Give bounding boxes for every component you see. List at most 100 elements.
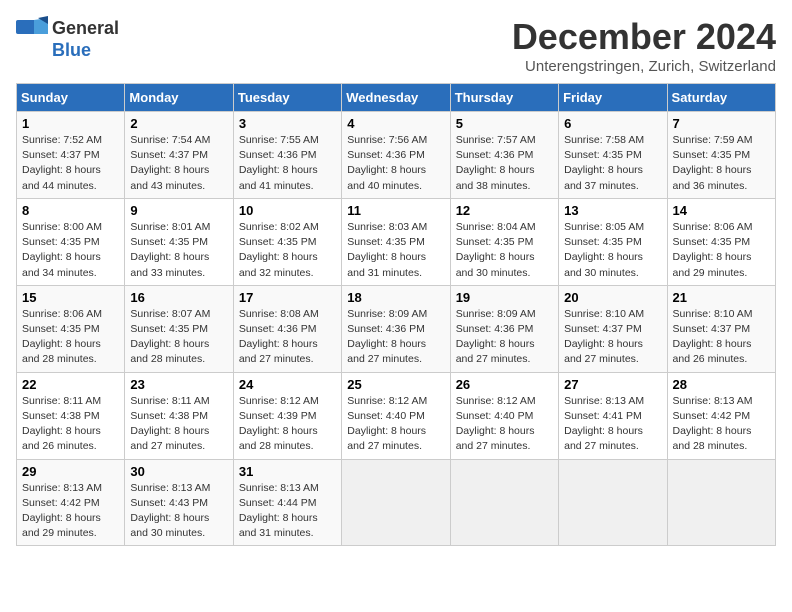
day-info: Sunrise: 7:54 AMSunset: 4:37 PMDaylight:… bbox=[130, 133, 227, 194]
week-row-1: 1 Sunrise: 7:52 AMSunset: 4:37 PMDaylight… bbox=[17, 112, 776, 199]
day-cell: 9Sunrise: 8:01 AMSunset: 4:35 PMDaylight… bbox=[125, 198, 233, 285]
day-number: 7 bbox=[673, 116, 770, 131]
header-cell-saturday: Saturday bbox=[667, 84, 775, 112]
day-cell: 28 Sunrise: 8:13 AMSunset: 4:42 PMDayligh… bbox=[667, 372, 775, 459]
logo-general-text: General bbox=[52, 18, 119, 39]
day-number: 28 bbox=[673, 377, 770, 392]
day-cell: 21 Sunrise: 8:10 AMSunset: 4:37 PMDayligh… bbox=[667, 285, 775, 372]
day-cell: 2 Sunrise: 7:54 AMSunset: 4:37 PMDaylight… bbox=[125, 112, 233, 199]
day-cell: 14Sunrise: 8:06 AMSunset: 4:35 PMDayligh… bbox=[667, 198, 775, 285]
month-title: December 2024 bbox=[512, 16, 776, 58]
day-info: Sunrise: 8:01 AMSunset: 4:35 PMDaylight:… bbox=[130, 220, 227, 281]
day-number: 29 bbox=[22, 464, 119, 479]
day-number: 3 bbox=[239, 116, 336, 131]
day-info: Sunrise: 7:57 AMSunset: 4:36 PMDaylight:… bbox=[456, 133, 553, 194]
day-number: 21 bbox=[673, 290, 770, 305]
day-cell bbox=[667, 459, 775, 546]
day-number: 13 bbox=[564, 203, 661, 218]
day-cell bbox=[450, 459, 558, 546]
day-info: Sunrise: 8:11 AMSunset: 4:38 PMDaylight:… bbox=[130, 394, 227, 455]
day-cell: 10Sunrise: 8:02 AMSunset: 4:35 PMDayligh… bbox=[233, 198, 341, 285]
day-number: 2 bbox=[130, 116, 227, 131]
day-cell: 7 Sunrise: 7:59 AMSunset: 4:35 PMDaylight… bbox=[667, 112, 775, 199]
day-number: 30 bbox=[130, 464, 227, 479]
day-number: 22 bbox=[22, 377, 119, 392]
day-cell: 16 Sunrise: 8:07 AMSunset: 4:35 PMDayligh… bbox=[125, 285, 233, 372]
day-info: Sunrise: 8:10 AMSunset: 4:37 PMDaylight:… bbox=[564, 307, 661, 368]
logo-icon bbox=[16, 16, 48, 40]
day-number: 1 bbox=[22, 116, 119, 131]
day-info: Sunrise: 8:04 AMSunset: 4:35 PMDaylight:… bbox=[456, 220, 553, 281]
day-number: 17 bbox=[239, 290, 336, 305]
day-info: Sunrise: 8:13 AMSunset: 4:44 PMDaylight:… bbox=[239, 481, 336, 542]
day-number: 12 bbox=[456, 203, 553, 218]
header-cell-tuesday: Tuesday bbox=[233, 84, 341, 112]
day-info: Sunrise: 8:13 AMSunset: 4:42 PMDaylight:… bbox=[22, 481, 119, 542]
day-number: 6 bbox=[564, 116, 661, 131]
day-number: 26 bbox=[456, 377, 553, 392]
day-info: Sunrise: 8:10 AMSunset: 4:37 PMDaylight:… bbox=[673, 307, 770, 368]
week-row-5: 29 Sunrise: 8:13 AMSunset: 4:42 PMDayligh… bbox=[17, 459, 776, 546]
day-cell: 12 Sunrise: 8:04 AMSunset: 4:35 PMDayligh… bbox=[450, 198, 558, 285]
day-number: 24 bbox=[239, 377, 336, 392]
day-info: Sunrise: 8:00 AMSunset: 4:35 PMDaylight:… bbox=[22, 220, 119, 281]
day-number: 16 bbox=[130, 290, 227, 305]
header-cell-friday: Friday bbox=[559, 84, 667, 112]
week-row-4: 22 Sunrise: 8:11 AMSunset: 4:38 PMDayligh… bbox=[17, 372, 776, 459]
day-cell: 26 Sunrise: 8:12 AMSunset: 4:40 PMDayligh… bbox=[450, 372, 558, 459]
day-number: 27 bbox=[564, 377, 661, 392]
day-info: Sunrise: 8:11 AMSunset: 4:38 PMDaylight:… bbox=[22, 394, 119, 455]
day-info: Sunrise: 8:13 AMSunset: 4:43 PMDaylight:… bbox=[130, 481, 227, 542]
calendar-body: 1 Sunrise: 7:52 AMSunset: 4:37 PMDaylight… bbox=[17, 112, 776, 546]
day-info: Sunrise: 8:06 AMSunset: 4:35 PMDaylight:… bbox=[673, 220, 770, 281]
day-info: Sunrise: 8:13 AMSunset: 4:42 PMDaylight:… bbox=[673, 394, 770, 455]
day-number: 11 bbox=[347, 203, 444, 218]
header-cell-wednesday: Wednesday bbox=[342, 84, 450, 112]
day-info: Sunrise: 7:58 AMSunset: 4:35 PMDaylight:… bbox=[564, 133, 661, 194]
week-row-2: 8 Sunrise: 8:00 AMSunset: 4:35 PMDaylight… bbox=[17, 198, 776, 285]
day-info: Sunrise: 8:09 AMSunset: 4:36 PMDaylight:… bbox=[347, 307, 444, 368]
day-number: 19 bbox=[456, 290, 553, 305]
day-info: Sunrise: 7:52 AMSunset: 4:37 PMDaylight:… bbox=[22, 133, 119, 194]
day-cell: 19 Sunrise: 8:09 AMSunset: 4:36 PMDayligh… bbox=[450, 285, 558, 372]
day-cell: 3Sunrise: 7:55 AMSunset: 4:36 PMDaylight… bbox=[233, 112, 341, 199]
day-info: Sunrise: 7:59 AMSunset: 4:35 PMDaylight:… bbox=[673, 133, 770, 194]
day-cell: 27 Sunrise: 8:13 AMSunset: 4:41 PMDayligh… bbox=[559, 372, 667, 459]
logo: General Blue bbox=[16, 16, 119, 61]
calendar-header: SundayMondayTuesdayWednesdayThursdayFrid… bbox=[17, 84, 776, 112]
header-cell-thursday: Thursday bbox=[450, 84, 558, 112]
day-cell: 15 Sunrise: 8:06 AMSunset: 4:35 PMDayligh… bbox=[17, 285, 125, 372]
day-number: 31 bbox=[239, 464, 336, 479]
day-cell: 31 Sunrise: 8:13 AMSunset: 4:44 PMDayligh… bbox=[233, 459, 341, 546]
day-info: Sunrise: 8:12 AMSunset: 4:40 PMDaylight:… bbox=[456, 394, 553, 455]
day-number: 8 bbox=[22, 203, 119, 218]
day-cell: 5 Sunrise: 7:57 AMSunset: 4:36 PMDaylight… bbox=[450, 112, 558, 199]
day-cell: 22 Sunrise: 8:11 AMSunset: 4:38 PMDayligh… bbox=[17, 372, 125, 459]
day-cell: 25Sunrise: 8:12 AMSunset: 4:40 PMDayligh… bbox=[342, 372, 450, 459]
day-info: Sunrise: 8:09 AMSunset: 4:36 PMDaylight:… bbox=[456, 307, 553, 368]
day-info: Sunrise: 8:12 AMSunset: 4:39 PMDaylight:… bbox=[239, 394, 336, 455]
day-cell: 20Sunrise: 8:10 AMSunset: 4:37 PMDayligh… bbox=[559, 285, 667, 372]
day-cell: 17 Sunrise: 8:08 AMSunset: 4:36 PMDayligh… bbox=[233, 285, 341, 372]
day-info: Sunrise: 8:08 AMSunset: 4:36 PMDaylight:… bbox=[239, 307, 336, 368]
day-cell: 6 Sunrise: 7:58 AMSunset: 4:35 PMDaylight… bbox=[559, 112, 667, 199]
day-cell: 11 Sunrise: 8:03 AMSunset: 4:35 PMDayligh… bbox=[342, 198, 450, 285]
day-info: Sunrise: 8:13 AMSunset: 4:41 PMDaylight:… bbox=[564, 394, 661, 455]
page-header: General Blue December 2024 Unterengstrin… bbox=[16, 16, 776, 75]
day-number: 25 bbox=[347, 377, 444, 392]
day-number: 18 bbox=[347, 290, 444, 305]
day-info: Sunrise: 8:06 AMSunset: 4:35 PMDaylight:… bbox=[22, 307, 119, 368]
day-info: Sunrise: 8:07 AMSunset: 4:35 PMDaylight:… bbox=[130, 307, 227, 368]
day-info: Sunrise: 7:56 AMSunset: 4:36 PMDaylight:… bbox=[347, 133, 444, 194]
day-cell: 29 Sunrise: 8:13 AMSunset: 4:42 PMDayligh… bbox=[17, 459, 125, 546]
day-info: Sunrise: 8:03 AMSunset: 4:35 PMDaylight:… bbox=[347, 220, 444, 281]
day-number: 4 bbox=[347, 116, 444, 131]
day-number: 23 bbox=[130, 377, 227, 392]
header-cell-sunday: Sunday bbox=[17, 84, 125, 112]
day-info: Sunrise: 8:05 AMSunset: 4:35 PMDaylight:… bbox=[564, 220, 661, 281]
day-number: 5 bbox=[456, 116, 553, 131]
day-info: Sunrise: 8:02 AMSunset: 4:35 PMDaylight:… bbox=[239, 220, 336, 281]
day-cell bbox=[559, 459, 667, 546]
title-area: December 2024 Unterengstringen, Zurich, … bbox=[512, 16, 776, 75]
day-number: 15 bbox=[22, 290, 119, 305]
